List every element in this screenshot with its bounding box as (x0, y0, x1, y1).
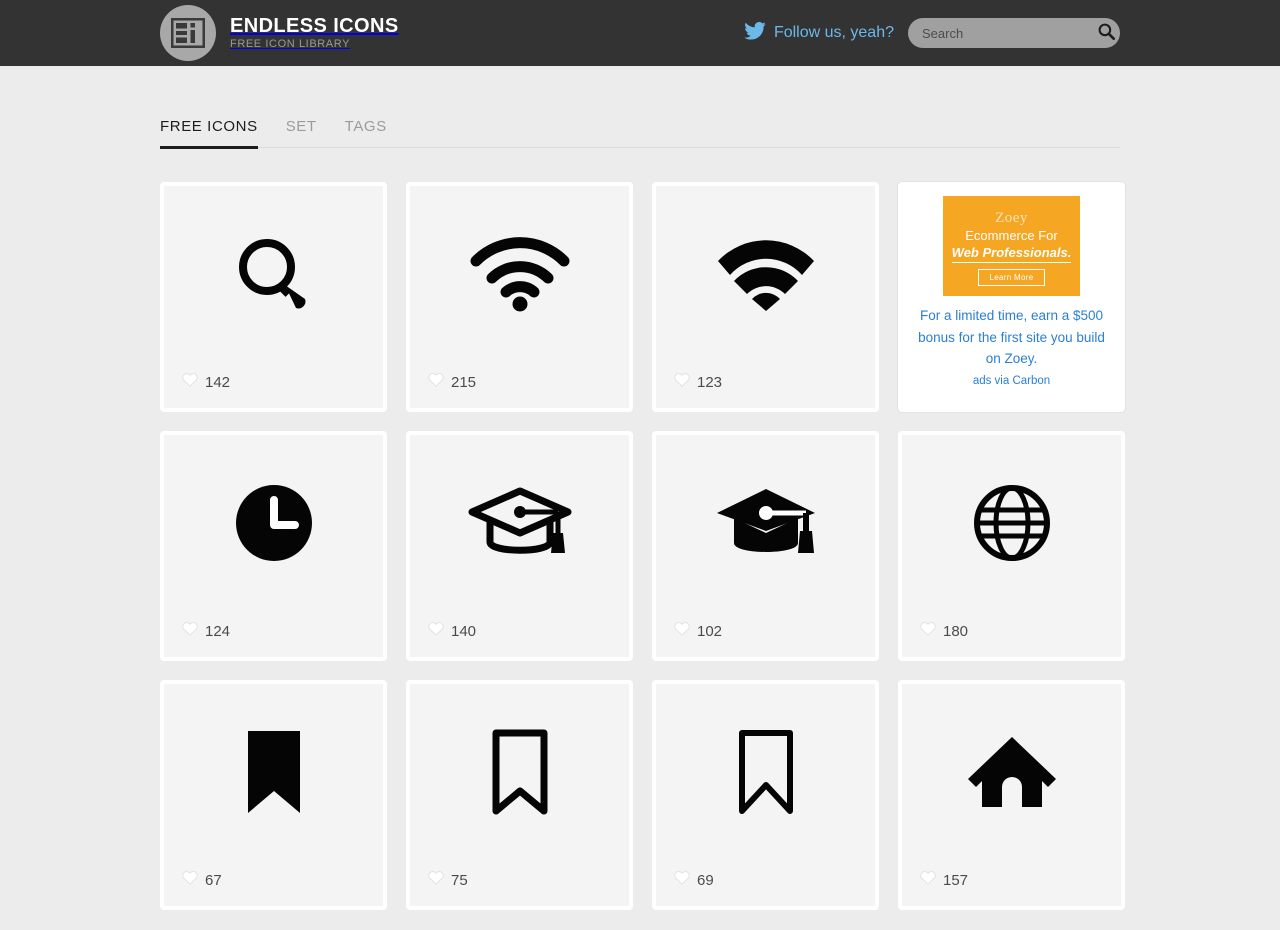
card-footer: 157 (902, 860, 1121, 906)
heart-icon[interactable] (674, 621, 690, 641)
globe-icon (902, 435, 1121, 611)
brand-title: ENDLESS ICONS (230, 15, 399, 37)
ad-body-text: For a limited time, earn a $500 bonus fo… (918, 308, 1105, 366)
like-count: 180 (943, 622, 969, 640)
tab-free-icons[interactable]: FREE ICONS (160, 118, 258, 149)
icon-card[interactable]: 67 (160, 680, 387, 910)
icon-card[interactable]: 124 (160, 431, 387, 661)
icon-card[interactable]: 69 (652, 680, 879, 910)
primary-tabs: FREE ICONS SET TAGS (160, 104, 1120, 149)
icon-card[interactable]: 215 (406, 182, 633, 412)
search-box[interactable] (908, 18, 1120, 48)
ad-brand: Zoey (995, 209, 1028, 226)
icon-card[interactable]: 75 (406, 680, 633, 910)
tab-set[interactable]: SET (286, 118, 317, 149)
clock-icon (164, 435, 383, 611)
twitter-follow-link[interactable]: Follow us, yeah? (744, 21, 894, 45)
icon-card[interactable]: 142 (160, 182, 387, 412)
like-count: 69 (697, 871, 714, 889)
twitter-follow-label: Follow us, yeah? (773, 24, 894, 41)
graduation-cap-solid-icon (656, 435, 875, 611)
heart-icon[interactable] (428, 870, 444, 890)
ad-headline-line2: Web Professionals. (951, 245, 1072, 263)
wifi-solid-icon (656, 186, 875, 362)
heart-icon[interactable] (428, 621, 444, 641)
magnifier-icon (164, 186, 383, 362)
card-footer: 123 (656, 362, 875, 408)
graduation-cap-outline-icon (410, 435, 629, 611)
search-input[interactable] (922, 25, 1098, 41)
bookmark-outline-thin-icon (656, 684, 875, 860)
icon-card[interactable]: 123 (652, 182, 879, 412)
icon-card[interactable]: 157 (898, 680, 1125, 910)
search-icon (1098, 23, 1116, 43)
icon-card[interactable]: 180 (898, 431, 1125, 661)
bookmark-outline-icon (410, 684, 629, 860)
home-icon (902, 684, 1121, 860)
heart-icon[interactable] (182, 372, 198, 392)
header-right-group: Follow us, yeah? (744, 18, 1120, 48)
card-footer: 140 (410, 611, 629, 657)
card-footer: 215 (410, 362, 629, 408)
carbon-ad[interactable]: Zoey Ecommerce For Web Professionals. Le… (898, 182, 1125, 412)
main-content: FREE ICONS SET TAGS 142 215 123 Zoey Eco… (0, 104, 1280, 910)
site-header: ENDLESS ICONS FREE ICON LIBRARY Follow u… (0, 0, 1280, 66)
card-footer: 75 (410, 860, 629, 906)
like-count: 124 (205, 622, 231, 640)
ad-learn-more-button[interactable]: Learn More (977, 268, 1046, 286)
like-count: 142 (205, 373, 231, 391)
icon-grid: 142 215 123 Zoey Ecommerce For Web Profe… (160, 182, 1125, 910)
card-footer: 67 (164, 860, 383, 906)
card-footer: 124 (164, 611, 383, 657)
brand-logo-link[interactable]: ENDLESS ICONS FREE ICON LIBRARY (160, 5, 399, 61)
ad-attribution[interactable]: ads via Carbon (973, 375, 1050, 387)
heart-icon[interactable] (920, 870, 936, 890)
heart-icon[interactable] (674, 372, 690, 392)
brand-subtitle: FREE ICON LIBRARY (230, 38, 351, 50)
card-footer: 180 (902, 611, 1121, 657)
card-footer: 142 (164, 362, 383, 408)
like-count: 67 (205, 871, 222, 889)
search-submit-button[interactable] (1098, 23, 1116, 43)
ad-headline-line1: Ecommerce For (965, 227, 1058, 243)
heart-icon[interactable] (182, 621, 198, 641)
card-footer: 69 (656, 860, 875, 906)
like-count: 75 (451, 871, 468, 889)
like-count: 140 (451, 622, 477, 640)
twitter-bird-icon (744, 21, 766, 45)
card-footer: 102 (656, 611, 875, 657)
icon-card[interactable]: 140 (406, 431, 633, 661)
heart-icon[interactable] (182, 870, 198, 890)
icon-card[interactable]: 102 (652, 431, 879, 661)
like-count: 215 (451, 373, 477, 391)
heart-icon[interactable] (428, 372, 444, 392)
wifi-outline-icon (410, 186, 629, 362)
bookmark-solid-icon (164, 684, 383, 860)
ei-monogram-icon (160, 5, 216, 61)
ad-banner: Zoey Ecommerce For Web Professionals. Le… (943, 196, 1080, 296)
like-count: 157 (943, 871, 969, 889)
heart-icon[interactable] (920, 621, 936, 641)
like-count: 102 (697, 622, 723, 640)
heart-icon[interactable] (674, 870, 690, 890)
tab-tags[interactable]: TAGS (345, 118, 387, 149)
like-count: 123 (697, 373, 723, 391)
